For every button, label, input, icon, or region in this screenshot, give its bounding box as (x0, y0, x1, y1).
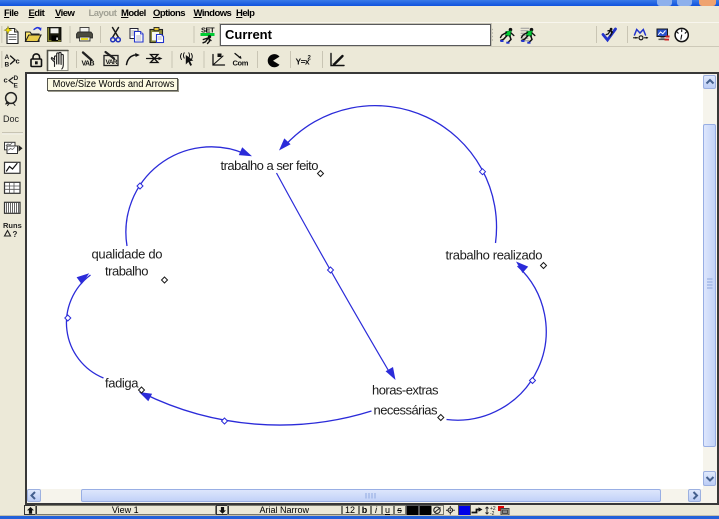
svg-text:c: c (4, 76, 8, 85)
svg-text:trabalho: trabalho (105, 264, 149, 279)
svg-text:A: A (5, 54, 10, 61)
svg-text:?: ? (13, 230, 18, 239)
svg-text:Doc: Doc (3, 114, 20, 124)
svg-text:VAR: VAR (106, 59, 118, 66)
svg-text:necessárias: necessárias (373, 403, 438, 418)
svg-text:c: c (16, 57, 20, 66)
svg-text:VAB: VAB (82, 61, 95, 68)
svg-text:trabalho a ser feito: trabalho a ser feito (220, 158, 318, 173)
svg-text:fadiga: fadiga (105, 376, 139, 391)
svg-text:D: D (14, 75, 19, 82)
svg-text:E: E (14, 83, 19, 90)
svg-text:Com: Com (233, 59, 249, 68)
svg-text:B: B (5, 62, 10, 69)
svg-text:trabalho realizado: trabalho realizado (445, 248, 542, 263)
svg-text:Runs: Runs (3, 221, 22, 230)
svg-text:horas-extras: horas-extras (372, 383, 439, 398)
svg-text:qualidade do: qualidade do (91, 247, 162, 262)
svg-text:2: 2 (308, 56, 312, 62)
